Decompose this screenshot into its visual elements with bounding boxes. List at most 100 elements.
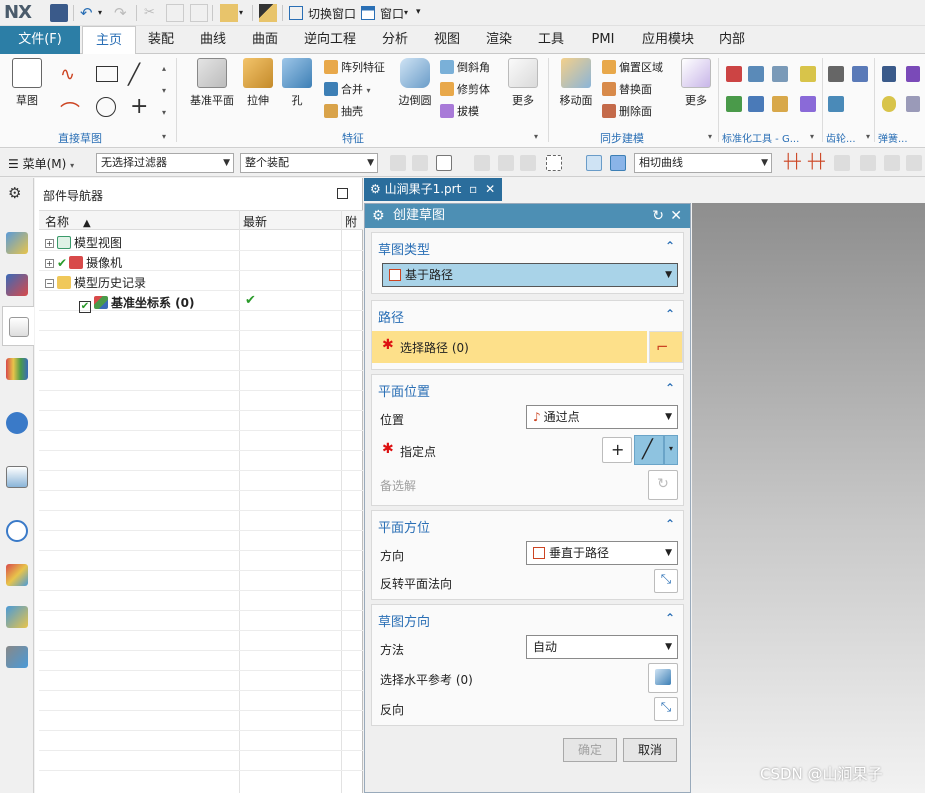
chevron-up-icon[interactable]: ⌃ — [665, 611, 675, 625]
repeat-command-icon[interactable] — [220, 4, 238, 22]
section-header[interactable]: 平面位置 — [378, 381, 430, 400]
column-header-latest[interactable]: 最新 — [243, 213, 267, 230]
tab-pmi[interactable]: PMI — [580, 26, 626, 54]
gallery-dropdown-icon[interactable]: ▾ — [162, 86, 166, 95]
close-icon[interactable]: ✕ — [670, 204, 682, 228]
hd3d-tools-icon[interactable] — [6, 412, 28, 434]
pattern-feature-button[interactable]: 阵列特征 — [324, 59, 385, 75]
tab-view[interactable]: 视图 — [424, 26, 470, 54]
spring-tool-icon-1[interactable] — [882, 66, 896, 82]
rectangle-icon[interactable] — [96, 66, 118, 82]
reuse-library-icon[interactable] — [6, 358, 28, 380]
sync-group-dropdown-icon[interactable]: ▾ — [708, 132, 712, 141]
snap-icon-7[interactable] — [860, 155, 876, 171]
std-tool-icon-1[interactable] — [726, 66, 742, 82]
maximize-icon[interactable] — [337, 188, 348, 199]
draft-button[interactable]: 拔模 — [440, 103, 479, 119]
select-body-icon[interactable] — [586, 155, 602, 171]
window-dropdown-icon[interactable]: ▾ — [404, 8, 408, 17]
std-tool-icon-5[interactable] — [748, 96, 764, 112]
close-tab-icon[interactable]: ✕ — [485, 182, 495, 196]
tree-item-datum-csys[interactable]: ✔ 基准坐标系 (0) — [79, 294, 195, 313]
spring-tool-icon-4[interactable] — [906, 96, 920, 112]
window-icon[interactable] — [361, 6, 375, 20]
section-header[interactable]: 平面方位 — [378, 517, 430, 536]
section-header[interactable]: 路径 — [378, 307, 404, 326]
gear-tool-icon-2[interactable] — [852, 66, 868, 82]
assembly-navigator-icon[interactable] — [6, 232, 28, 254]
chevron-up-icon[interactable]: ⌃ — [665, 517, 675, 531]
std-tool-icon-3[interactable] — [772, 66, 788, 82]
sketch-type-select[interactable]: 基于路径 ▼ — [382, 263, 678, 287]
paste-icon[interactable] — [190, 4, 208, 22]
trim-body-button[interactable]: 修剪体 — [440, 81, 490, 97]
point-dialog-button[interactable]: + — [602, 437, 632, 463]
std-tool-icon-4[interactable] — [726, 96, 742, 112]
delete-face-button[interactable]: 删除面 — [602, 103, 652, 119]
replace-face-button[interactable]: 替换面 — [602, 81, 652, 97]
undo-icon[interactable]: ↶ — [80, 4, 98, 22]
customize-qab-icon[interactable]: ▾ — [416, 7, 421, 17]
expand-icon[interactable]: + — [45, 259, 54, 268]
tab-reverse-engineering[interactable]: 逆向工程 — [294, 26, 366, 54]
point-icon[interactable]: + — [130, 94, 148, 119]
web-browser-icon[interactable] — [6, 466, 28, 488]
type-filter-select[interactable]: 无选择过滤器 ▼ — [96, 153, 234, 173]
horizontal-ref-button[interactable] — [648, 663, 678, 693]
alternate-solution-button[interactable]: ↻ — [648, 470, 678, 500]
chamfer-button[interactable]: 倒斜角 — [440, 59, 490, 75]
tab-surface[interactable]: 曲面 — [242, 26, 288, 54]
tree-item-model-history[interactable]: − 模型历史记录 — [45, 274, 146, 291]
point-type-dropdown-icon[interactable]: ▾ — [664, 435, 678, 465]
snap-icon-8[interactable] — [884, 155, 900, 171]
studio-spline-icon[interactable]: ∿ — [60, 64, 75, 85]
follow-fillet-icon[interactable]: ┼┼ — [808, 154, 825, 170]
more-sync-button[interactable]: 更多 — [680, 58, 712, 108]
std-tool-icon-8[interactable] — [800, 96, 816, 112]
gear-group-dropdown-icon[interactable]: ▾ — [866, 132, 870, 141]
inferred-point-button[interactable]: ╱ — [634, 435, 664, 465]
unite-button[interactable]: 合并 ▾ — [324, 81, 371, 97]
redo-icon[interactable]: ↷ — [114, 4, 132, 22]
collapse-icon[interactable]: − — [45, 279, 54, 288]
edge-blend-button[interactable]: 边倒圆 — [396, 58, 434, 108]
chevron-up-icon[interactable]: ⌃ — [665, 307, 675, 321]
spring-tool-icon-3[interactable] — [882, 96, 896, 112]
sketch-button[interactable]: 草图 — [6, 58, 48, 108]
part-navigator-tab[interactable] — [2, 306, 34, 346]
location-select[interactable]: ♪ 通过点 ▼ — [526, 405, 678, 429]
method-select[interactable]: 自动 ▼ — [526, 635, 678, 659]
column-header-name[interactable]: 名称 ▲ — [45, 213, 91, 230]
select-point-icon[interactable] — [436, 155, 452, 171]
cut-icon[interactable]: ✂ — [144, 4, 162, 22]
extrude-button[interactable]: 拉伸 — [240, 58, 276, 108]
menu-button[interactable]: ☰ 菜单(M) ▾ — [8, 155, 74, 172]
tab-analysis[interactable]: 分析 — [372, 26, 418, 54]
section-header[interactable]: 草图方向 — [378, 611, 430, 630]
move-face-button[interactable]: 移动面 — [556, 58, 596, 108]
scroll-up-icon[interactable]: ▴ — [162, 64, 166, 73]
hole-button[interactable]: 孔 — [282, 58, 312, 108]
datum-plane-button[interactable]: 基准平面 — [186, 58, 238, 108]
switch-window-icon[interactable] — [289, 6, 303, 20]
repeat-dropdown-icon[interactable]: ▾ — [239, 4, 257, 22]
select-curve-button[interactable]: ⌐ — [649, 331, 683, 363]
tab-file[interactable]: 文件(F) — [0, 26, 80, 54]
save-icon[interactable] — [50, 4, 68, 22]
history-clock-icon[interactable] — [6, 520, 28, 542]
arc-icon[interactable]: ⌒ — [60, 96, 80, 125]
reverse-normal-button[interactable]: ⤡ — [654, 569, 678, 593]
direction-select[interactable]: 垂直于路径 ▼ — [526, 541, 678, 565]
tab-tools[interactable]: 工具 — [528, 26, 574, 54]
reset-icon[interactable]: ↻ — [652, 204, 664, 228]
gear-tool-icon-1[interactable] — [828, 66, 844, 82]
snap-icon-9[interactable] — [906, 155, 922, 171]
feature-group-dropdown-icon[interactable]: ▾ — [534, 132, 538, 141]
shell-button[interactable]: 抽壳 — [324, 103, 363, 119]
offset-region-button[interactable]: 偏置区域 — [602, 59, 663, 75]
snap-icon-5[interactable] — [520, 155, 536, 171]
std-tool-icon-6[interactable] — [772, 96, 788, 112]
window-menu-label[interactable]: 窗口 — [380, 5, 404, 22]
gear-icon[interactable]: ⚙ — [372, 204, 385, 228]
selection-scope-select[interactable]: 整个装配 ▼ — [240, 153, 378, 173]
